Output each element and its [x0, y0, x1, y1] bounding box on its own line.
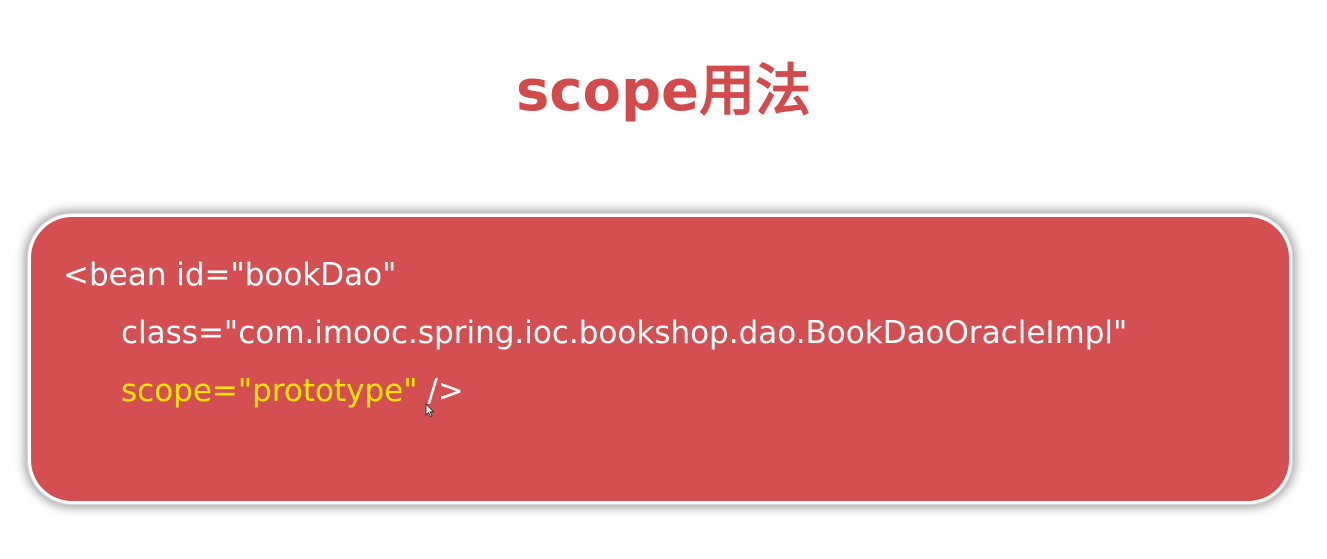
code-line-class-attribute: class="com.imooc.spring.ioc.bookshop.dao…	[121, 315, 1128, 351]
scope-attribute-highlight: scope="prototype"	[121, 373, 418, 409]
code-line-scope-attribute: scope="prototype" />	[121, 371, 464, 411]
code-line-bean-open: <bean id="bookDao"	[63, 257, 397, 293]
code-card: <bean id="bookDao" class="com.imooc.spri…	[28, 214, 1292, 504]
mouse-pointer-icon	[425, 403, 435, 417]
slide-title: scope用法	[515, 59, 812, 124]
